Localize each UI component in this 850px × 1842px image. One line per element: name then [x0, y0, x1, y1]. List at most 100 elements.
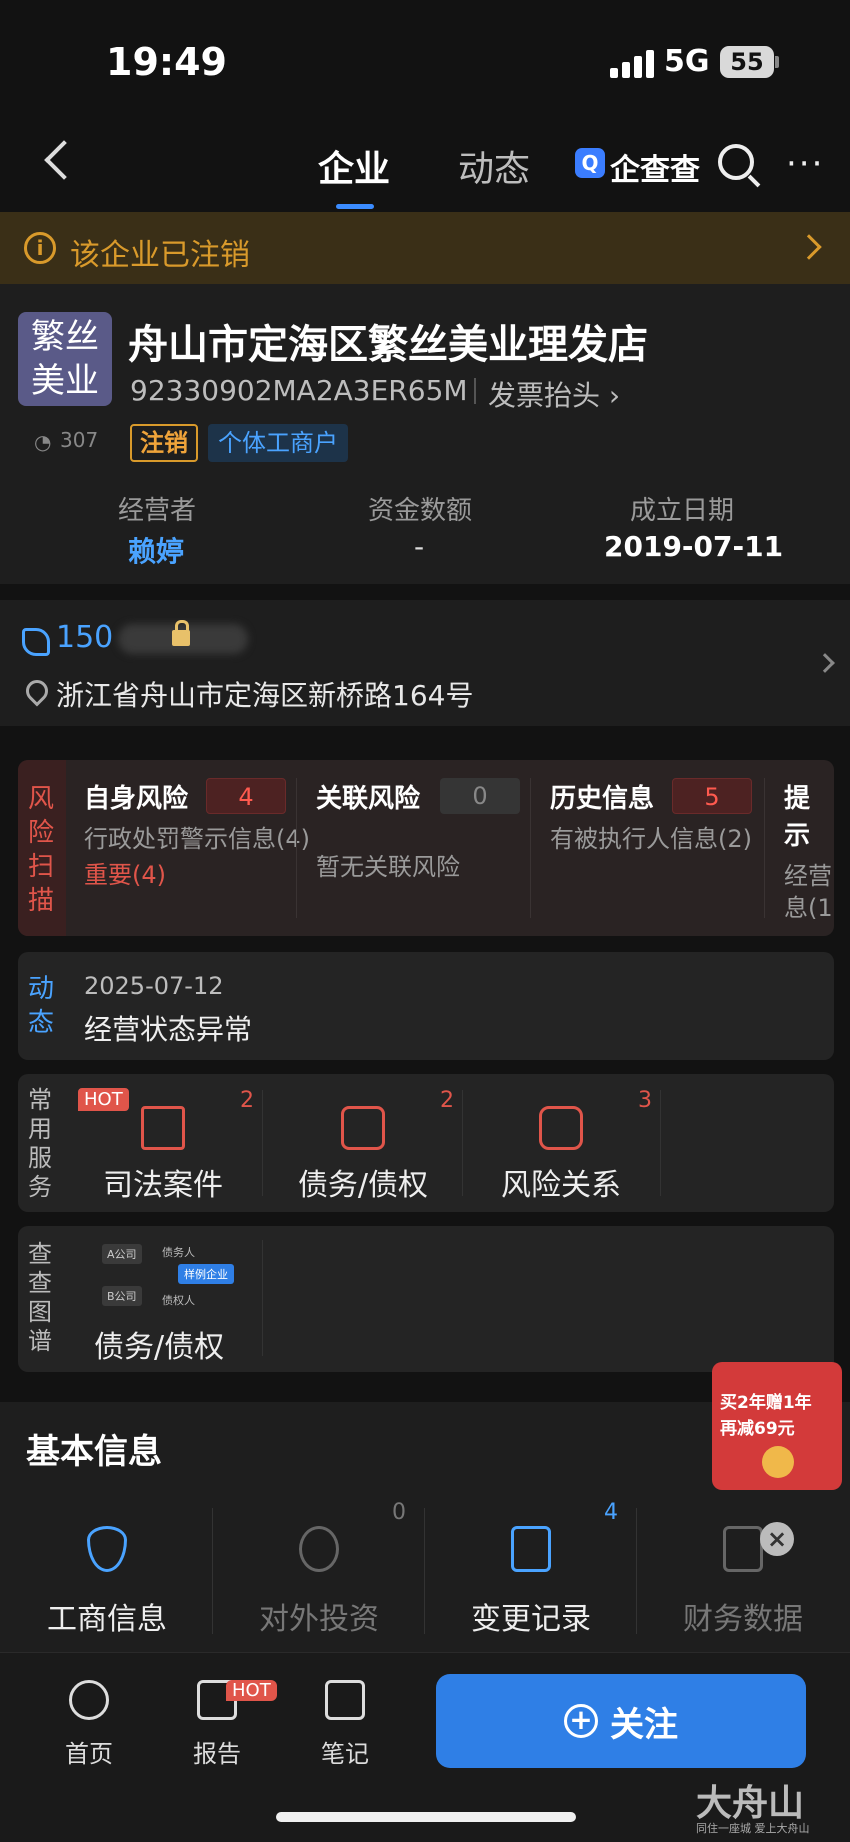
info-label: 变更记录: [471, 1602, 591, 1637]
debt-icon: [341, 1106, 385, 1150]
stat-capital-label: 资金数额: [368, 496, 473, 526]
info-changes[interactable]: 变更记录: [426, 1526, 636, 1638]
invoice-link[interactable]: 发票抬头 ›: [488, 374, 620, 414]
status-time: 19:49: [106, 40, 227, 84]
heat-icon: ◔: [34, 430, 52, 454]
home-indicator: [276, 1812, 576, 1822]
risk-important: 重要(4): [84, 861, 166, 889]
nav-home[interactable]: 首页: [44, 1680, 134, 1769]
service-label: 风险关系: [501, 1168, 621, 1203]
nav-label: 首页: [65, 1740, 113, 1768]
close-icon[interactable]: ×: [760, 1522, 794, 1556]
service-risk-relation[interactable]: 风险关系: [466, 1106, 656, 1204]
coin-icon: [762, 1446, 794, 1478]
stat-founded-value: 2019-07-11: [604, 530, 784, 563]
info-business[interactable]: 工商信息: [2, 1526, 212, 1638]
hot-badge: HOT: [226, 1680, 277, 1701]
dynamic-text: 经营状态异常: [84, 1013, 253, 1046]
phone-number[interactable]: 150: [56, 620, 113, 655]
stat-capital-value: -: [414, 530, 425, 563]
company-logo: 繁丝 美业: [18, 312, 112, 406]
logo-line-1: 繁丝: [31, 317, 99, 357]
info-label: 财务数据: [683, 1602, 803, 1637]
tab-underline: [336, 204, 374, 209]
relation-icon: [539, 1106, 583, 1150]
basic-info-title: 基本信息: [26, 1432, 162, 1472]
divider: [660, 1090, 661, 1196]
brand-logo-icon: Q: [575, 148, 605, 178]
nav-label: 报告: [193, 1740, 241, 1768]
brand-name: 企查查: [610, 153, 700, 188]
back-icon[interactable]: [44, 140, 84, 180]
divider: [424, 1508, 425, 1634]
risk-history[interactable]: 历史信息 5 有被执行人信息(2): [550, 778, 780, 855]
more-icon[interactable]: ···: [786, 147, 824, 181]
service-debt[interactable]: 债务/债权: [268, 1106, 458, 1204]
service-count: 3: [638, 1088, 652, 1113]
info-investment[interactable]: 对外投资: [214, 1526, 424, 1638]
view-count: 307: [60, 428, 99, 452]
risk-count-badge: 5: [672, 778, 752, 814]
battery-nub: [775, 56, 779, 68]
divider: [262, 1240, 263, 1356]
info-label: 对外投资: [259, 1602, 379, 1637]
graph-debt-link[interactable]: 债务/债权: [94, 1322, 224, 1366]
services-side-label: 常用服务: [28, 1086, 52, 1201]
graph-node-b: B公司: [102, 1286, 142, 1306]
divider: [764, 778, 765, 918]
service-judicial[interactable]: 司法案件: [68, 1106, 258, 1204]
service-label: 司法案件: [103, 1168, 223, 1203]
risk-tips[interactable]: 提示 经营 息(1: [784, 778, 834, 924]
investment-icon: [299, 1526, 339, 1572]
yuan-icon: [723, 1526, 763, 1572]
tab-company[interactable]: 企业: [318, 140, 390, 192]
graph-center-node: 样例企业: [178, 1264, 234, 1284]
dynamic-date: 2025-07-12: [84, 972, 224, 1000]
promo-line-1: 买2年赠1年: [720, 1393, 812, 1413]
risk-desc: 行政处罚警示信息(4): [84, 825, 310, 853]
risk-desc: 有被执行人信息(2): [550, 825, 752, 853]
watermark-slogan: 同住一座城 爱上大舟山: [696, 1822, 810, 1835]
battery-icon: 55: [720, 46, 774, 78]
notice-text: 该企业已注销: [70, 238, 250, 273]
risk-related[interactable]: 关联风险 0 暂无关联风险: [316, 778, 546, 883]
service-count: 2: [440, 1088, 454, 1113]
invoice-label: 发票抬头: [488, 379, 601, 412]
divider: [530, 778, 531, 918]
info-label: 工商信息: [47, 1602, 167, 1637]
graph-node-a: A公司: [102, 1244, 142, 1264]
change-record-icon: [511, 1526, 551, 1572]
plus-icon: +: [564, 1704, 598, 1738]
risk-count-badge: 0: [440, 778, 520, 814]
risk-desc: 经营 息(1: [784, 862, 833, 922]
risk-self[interactable]: 自身风险 4 行政处罚警示信息(4) 重要(4): [84, 778, 314, 890]
search-icon[interactable]: [718, 144, 754, 180]
tab-dynamic[interactable]: 动态: [458, 140, 530, 192]
risk-title: 提示: [784, 784, 811, 851]
divider: [474, 378, 476, 404]
lock-icon: [172, 620, 190, 646]
signal-icon: [610, 48, 654, 78]
promo-line-2: 再减69元: [720, 1419, 795, 1439]
company-name: 舟山市定海区繁丝美业理发店: [128, 322, 648, 368]
divider: [462, 1090, 463, 1196]
risk-count-badge: 4: [206, 778, 286, 814]
follow-button[interactable]: + 关注: [436, 1674, 806, 1768]
info-count: 0: [392, 1500, 406, 1525]
divider: [262, 1090, 263, 1196]
info-financial[interactable]: 财务数据: [638, 1526, 848, 1638]
address[interactable]: 浙江省舟山市定海区新桥路164号: [56, 674, 473, 714]
risk-desc: 暂无关联风险: [316, 853, 460, 881]
info-icon: i: [24, 232, 56, 264]
risk-side-label: 风险扫描: [28, 784, 55, 916]
graph-creditor-label: 债权人: [162, 1294, 195, 1307]
network-type: 5G: [664, 44, 710, 79]
service-count: 2: [240, 1088, 254, 1113]
credit-code[interactable]: 92330902MA2A3ER65M: [130, 374, 468, 407]
graph-debtor-label: 债务人: [162, 1246, 195, 1259]
stat-operator-value[interactable]: 赖婷: [128, 530, 184, 570]
status-badge: 注销: [130, 424, 198, 462]
watermark-brand: 大舟山: [696, 1783, 805, 1824]
nav-notes[interactable]: 笔记: [300, 1680, 390, 1769]
info-count: 4: [604, 1500, 618, 1525]
